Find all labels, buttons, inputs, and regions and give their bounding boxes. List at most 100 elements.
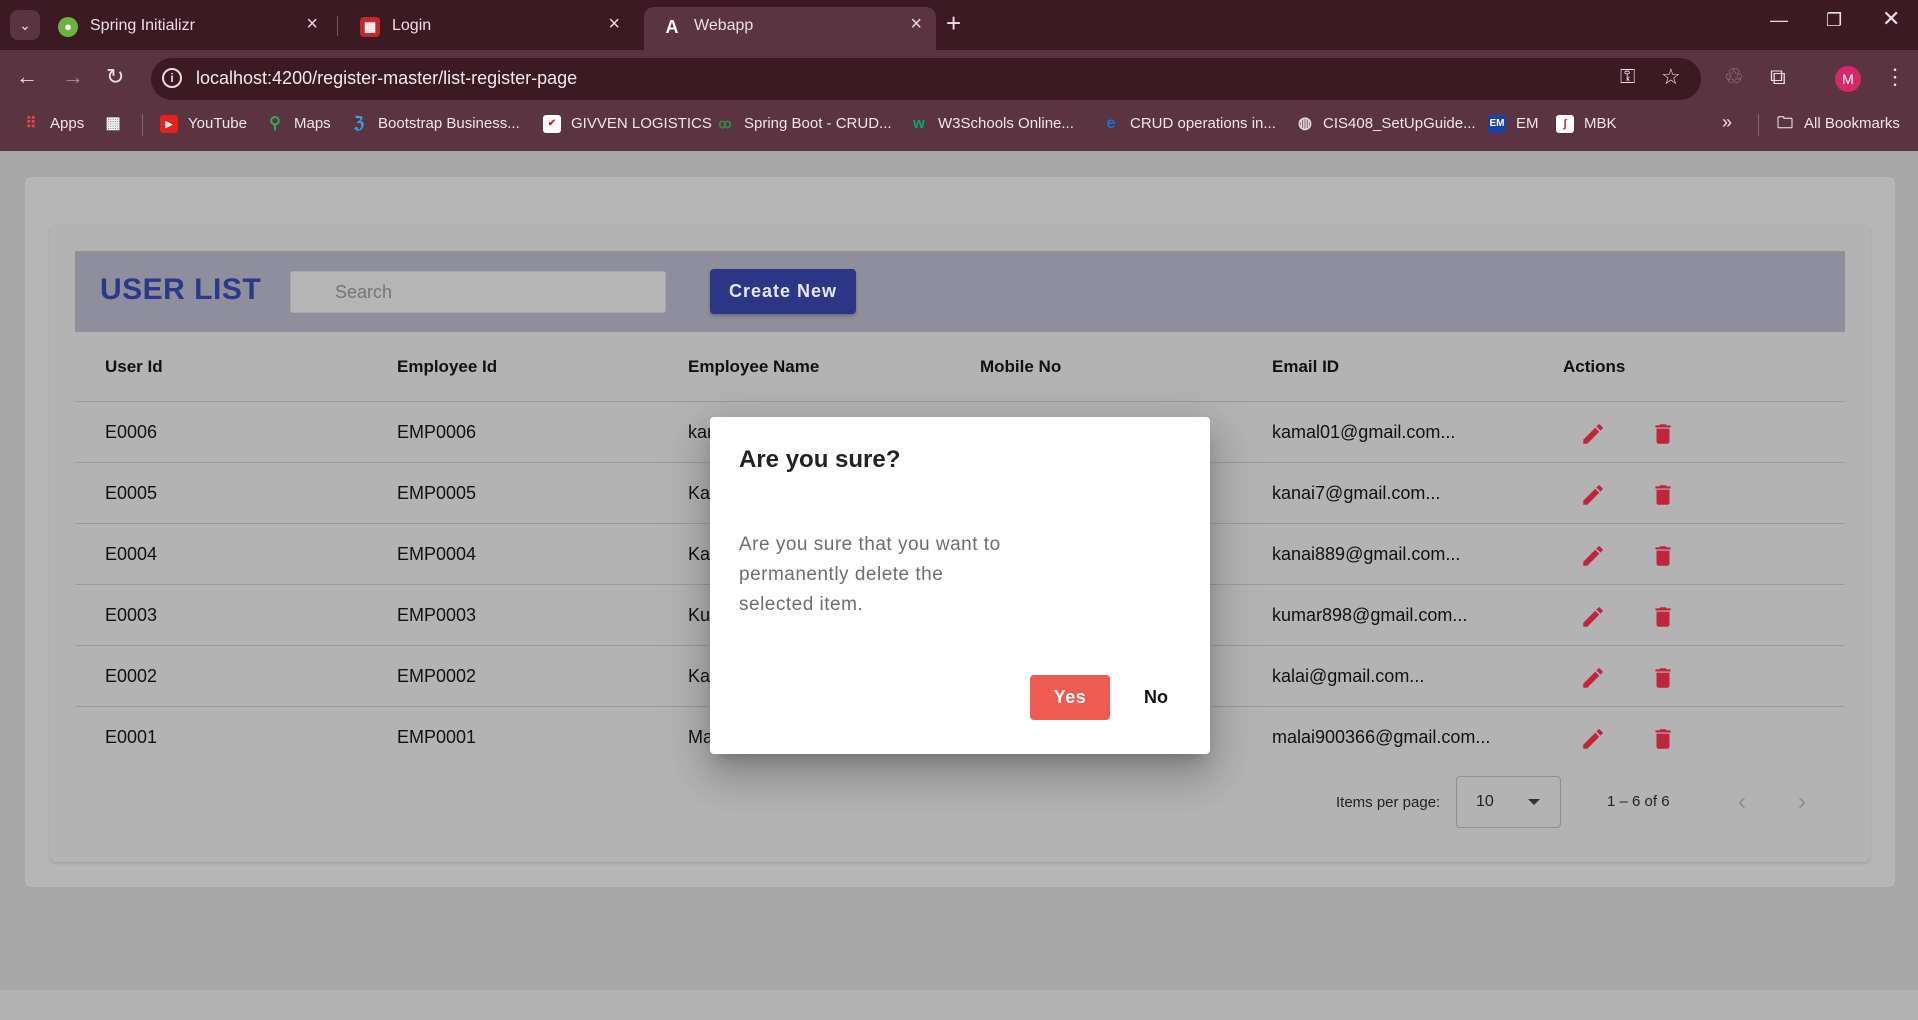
column-header-employee-name: Employee Name xyxy=(688,357,820,376)
no-button[interactable]: No xyxy=(1126,675,1186,720)
new-tab-button[interactable]: + xyxy=(946,8,961,39)
bookmark-maps[interactable]: Maps xyxy=(294,115,331,132)
delete-trash-icon[interactable] xyxy=(1650,482,1676,508)
app-icon: ▦ xyxy=(360,17,380,37)
bootstrap-icon: ℨ xyxy=(354,115,364,132)
previous-page-icon[interactable]: ‹ xyxy=(1738,788,1746,816)
delete-trash-icon[interactable] xyxy=(1650,421,1676,447)
folder-icon: 🗀 xyxy=(1776,115,1793,132)
close-tab-icon[interactable]: × xyxy=(306,13,318,36)
mbk-icon: ʃ xyxy=(1556,115,1574,133)
delete-trash-icon[interactable] xyxy=(1650,604,1676,630)
cell-email: kumar898@gmail.com... xyxy=(1272,605,1468,625)
tab-title: Login xyxy=(392,17,432,34)
tab-webapp[interactable]: A Webapp × xyxy=(644,7,936,50)
edit-pencil-icon[interactable] xyxy=(1580,604,1606,630)
globe-icon: ◍ xyxy=(1298,115,1312,132)
tab-login[interactable]: ▦ Login × xyxy=(342,7,634,50)
more-bookmarks-icon[interactable]: » xyxy=(1722,112,1732,133)
cell-employee-id: EMP0003 xyxy=(397,605,477,625)
column-header-employee-id: Employee Id xyxy=(397,357,498,376)
bookmark-em[interactable]: EM xyxy=(1516,115,1539,132)
bookmarks-divider xyxy=(1758,114,1759,136)
bookmark-star-icon[interactable]: ☆ xyxy=(1661,64,1681,90)
cell-user-id: E0005 xyxy=(105,483,158,503)
items-per-page-label: Items per page: xyxy=(1336,794,1441,811)
edit-pencil-icon[interactable] xyxy=(1580,421,1606,447)
page-range-label: 1 – 6 of 6 xyxy=(1607,793,1670,810)
givven-icon: ✔ xyxy=(543,115,561,133)
close-tab-icon[interactable]: × xyxy=(608,13,620,36)
site-info-icon[interactable]: i xyxy=(162,68,182,88)
reload-icon[interactable]: ↻ xyxy=(106,64,124,90)
bookmark-w3schools[interactable]: W3Schools Online... xyxy=(938,115,1074,132)
next-page-icon[interactable]: › xyxy=(1798,788,1806,816)
tab-title: Webapp xyxy=(694,17,754,34)
gfg-icon: ꝏ xyxy=(718,116,732,131)
bookmark-spring-boot[interactable]: Spring Boot - CRUD... xyxy=(744,115,892,132)
close-window-icon[interactable]: ✕ xyxy=(1882,6,1900,32)
maps-pin-icon: ⚲ xyxy=(269,115,281,132)
url-text[interactable]: localhost:4200/register-master/list-regi… xyxy=(196,68,577,89)
edit-pencil-icon[interactable] xyxy=(1580,543,1606,569)
delete-trash-icon[interactable] xyxy=(1650,543,1676,569)
cell-email: malai900366@gmail.com... xyxy=(1272,727,1491,747)
confirm-delete-dialog: Are you sure? Are you sure that you want… xyxy=(710,417,1210,754)
more-menu-icon[interactable]: ⋮ xyxy=(1884,64,1906,90)
apps-grid-icon: ⠿ xyxy=(25,115,37,132)
yes-button[interactable]: Yes xyxy=(1030,675,1110,720)
bookmarks-divider xyxy=(142,114,143,136)
edit-pencil-icon[interactable] xyxy=(1580,482,1606,508)
cell-user-id: E0002 xyxy=(105,666,158,686)
back-icon[interactable]: ← xyxy=(16,64,38,90)
cell-user-id: E0001 xyxy=(105,727,158,747)
cell-employee-id: EMP0002 xyxy=(397,666,477,686)
tab-search-menu-button[interactable]: ⌄ xyxy=(10,10,40,40)
all-bookmarks[interactable]: All Bookmarks xyxy=(1804,115,1900,132)
page-footer-strip xyxy=(0,990,1918,1020)
cell-employee-id: EMP0005 xyxy=(397,483,477,503)
column-header-mobile-no: Mobile No xyxy=(980,357,1062,376)
create-new-button[interactable]: Create New xyxy=(710,269,856,314)
cell-employee-id: EMP0006 xyxy=(397,422,477,442)
bookmark-bootstrap[interactable]: Bootstrap Business... xyxy=(378,115,520,132)
bookmark-crud-operations[interactable]: CRUD operations in... xyxy=(1130,115,1276,132)
delete-trash-icon[interactable] xyxy=(1650,726,1676,752)
page-size-select[interactable] xyxy=(1456,776,1561,828)
edit-pencil-icon[interactable] xyxy=(1580,665,1606,691)
cell-employee-name: Ka xyxy=(688,666,711,686)
bookmark-youtube[interactable]: YouTube xyxy=(188,115,247,132)
cell-email: kanai7@gmail.com... xyxy=(1272,483,1441,503)
dialog-title: Are you sure? xyxy=(739,446,901,473)
cell-email: kamal01@gmail.com... xyxy=(1272,422,1456,442)
bookmark-apps[interactable]: Apps xyxy=(50,115,84,132)
close-tab-icon[interactable]: × xyxy=(910,13,922,36)
minimize-icon[interactable]: — xyxy=(1770,10,1788,31)
cell-user-id: E0004 xyxy=(105,544,158,564)
angular-icon: A xyxy=(665,17,679,37)
chevron-down-icon[interactable] xyxy=(1528,799,1540,805)
recycle-icon[interactable]: ♲ xyxy=(1724,64,1744,90)
cell-employee-name: Ka xyxy=(688,544,711,564)
forward-icon[interactable]: → xyxy=(62,64,84,90)
column-header-actions: Actions xyxy=(1563,357,1626,376)
bookmark-cis408[interactable]: CIS408_SetUpGuide... xyxy=(1323,115,1476,132)
tab-spring-initializr[interactable]: ● Spring Initializr × xyxy=(40,7,332,50)
tab-divider xyxy=(337,16,338,36)
bookmark-mbk[interactable]: MBK xyxy=(1584,115,1617,132)
search-input[interactable] xyxy=(290,271,666,313)
extensions-icon[interactable]: ⧉ xyxy=(1770,64,1786,90)
tab-groups-icon[interactable]: ▦ xyxy=(104,115,122,133)
edit-pencil-icon[interactable] xyxy=(1580,726,1606,752)
bookmark-givven[interactable]: GIVVEN LOGISTICS xyxy=(571,115,712,132)
avatar[interactable]: M xyxy=(1835,66,1861,92)
password-key-icon[interactable]: ⚿ xyxy=(1620,66,1635,89)
cell-user-id: E0003 xyxy=(105,605,158,625)
delete-trash-icon[interactable] xyxy=(1650,665,1676,691)
column-header-email-id: Email ID xyxy=(1272,357,1340,376)
cell-email: kalai@gmail.com... xyxy=(1272,666,1425,686)
restore-icon[interactable]: ❐ xyxy=(1826,10,1842,31)
page-size-value[interactable]: 10 xyxy=(1476,793,1494,811)
cell-email: kanai889@gmail.com... xyxy=(1272,544,1461,564)
spring-icon: ● xyxy=(58,17,78,37)
